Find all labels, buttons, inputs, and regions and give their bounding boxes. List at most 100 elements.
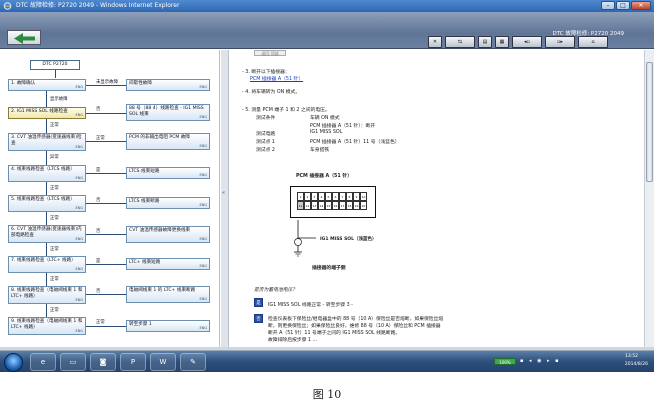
flow-label-normal-4: 正常 xyxy=(50,186,59,191)
paint-taskbar-icon[interactable]: ✎ xyxy=(180,353,206,371)
tool-icon[interactable]: ⌂ xyxy=(578,36,608,48)
connector-caption: 插接器的端子侧 xyxy=(312,266,346,271)
flow-step-6[interactable]: 6. CVT 油温传感器(变速器线束)内部电路检查 ENG xyxy=(8,225,86,243)
back-to-top-button[interactable]: 返回 顶部 xyxy=(254,50,286,56)
connector-pin: 6 xyxy=(332,192,339,201)
back-button[interactable] xyxy=(7,30,41,45)
connector-pin: 5 xyxy=(325,192,332,201)
dtc-header: ✕ ⇆ ▤ ▦ ◂▫ ▫▸ ⌂ DTC 故障检修: P2720 2049 xyxy=(0,12,654,49)
page-back-icon[interactable]: ◂▫ xyxy=(512,36,542,48)
window-title: DTC 故障检修: P2720 2049 - Windows Internet … xyxy=(16,2,180,9)
connector-pin: 10 xyxy=(360,192,367,201)
flow-result-6[interactable]: CVT 油温传感器故障更换线束 ENG xyxy=(126,226,210,243)
close-doc-icon[interactable]: ✕ xyxy=(428,36,442,48)
flow-result-9[interactable]: 转至步骤 1 ENG xyxy=(126,320,210,332)
clock-time[interactable]: 13:52 xyxy=(625,354,638,359)
connector-pin: 9 xyxy=(353,192,360,201)
yes-badge[interactable]: 是 xyxy=(254,298,263,307)
toolbar: ✕ ⇆ ▤ ▦ ◂▫ ▫▸ ⌂ xyxy=(428,36,608,48)
connector-pin: 12 xyxy=(304,201,311,210)
flow-label-normal-2: 正常 xyxy=(50,123,59,128)
tray-icons[interactable]: ▪ ◂ ◉ ▸ ▪ xyxy=(520,358,561,364)
connector-pin: 20 xyxy=(360,201,367,210)
test-row-2-value: PCM 插接器 A（51 针）：断开 xyxy=(310,124,376,129)
flow-step-5[interactable]: 5. 线束线路检查（LTCS 线路） ENG xyxy=(8,195,86,212)
word-taskbar-icon[interactable]: W xyxy=(150,353,176,371)
step-4-text: - 4. 将车辆转为 ON 模式。 xyxy=(242,90,301,95)
start-button[interactable] xyxy=(4,353,23,372)
answer-no-line-3: 断开 A（51 针）11 号端子之间的 IG1 MISS SOL 线路断路。 xyxy=(268,331,401,336)
back-arrow-icon xyxy=(14,33,35,44)
navigate-icon[interactable]: ⇆ xyxy=(445,36,475,48)
book-icon[interactable]: ▤ xyxy=(478,36,492,48)
window-titlebar: DTC 故障检修: P2720 2049 - Windows Internet … xyxy=(0,0,654,12)
flow-step-9[interactable]: 9. 线束线路检查（电磁阀线束 1 和 LTC+ 线路） ENG xyxy=(8,317,86,335)
flow-label-detected: 显示故障 xyxy=(50,97,68,102)
system-tray: 100% ▪ ◂ ◉ ▸ ▪ 13:52 2014/8/26 xyxy=(464,351,654,372)
voltmeter-icon xyxy=(294,238,302,246)
flow-result-8[interactable]: 电磁阀线束 1 的 LTC+ 线束断路 ENG xyxy=(126,286,210,303)
flow-result-2[interactable]: 88 号（88 4）线路检查 - IG1 MISS SOL 线束 ENG xyxy=(126,104,210,121)
connector-title: PCM 插接器 A（51 针） xyxy=(296,174,352,179)
close-button[interactable]: ✕ xyxy=(631,1,651,10)
office-taskbar-icon[interactable]: ◙ xyxy=(90,353,116,371)
flow-label-normal-6: 正常 xyxy=(50,247,59,252)
question-text: 是否为蓄电池电压？ xyxy=(254,288,298,293)
minimize-button[interactable]: – xyxy=(601,1,615,10)
test-row-3-key: 测试电路 xyxy=(256,132,276,137)
connector-pin: 17 xyxy=(339,201,346,210)
flow-result-7[interactable]: LTC+ 线束短路 ENG xyxy=(126,258,210,270)
connector-pin: 7 xyxy=(339,192,346,201)
print-icon[interactable]: ▦ xyxy=(495,36,509,48)
flow-step-3[interactable]: 3. CVT 油温传感器(变速器线束)检查 ENG xyxy=(8,133,86,151)
no-badge[interactable]: 否 xyxy=(254,314,263,323)
answer-no-line-1: 检查仪表板下保险丝/继电器盒中的 88 号（10 A）保险丝是否熔断，如果保险丝… xyxy=(268,317,444,322)
connector-link[interactable]: PCM 插接器 A（51 针） xyxy=(250,75,303,82)
flow-step-1[interactable]: 1. 故障确认 ENG xyxy=(8,79,86,91)
vertical-scrollbar[interactable] xyxy=(644,50,654,347)
flow-label-normal-9: 正常 xyxy=(96,320,105,325)
flow-result-3[interactable]: PCM 的非输出电阻 PCM 故障 ENG xyxy=(126,133,210,150)
collapse-arrow-icon[interactable]: « xyxy=(222,190,225,196)
connector-pin: 1 xyxy=(297,192,304,201)
maximize-button[interactable]: □ xyxy=(616,1,630,10)
flow-step-7[interactable]: 7. 线束线路检查（LTC+ 线路） ENG xyxy=(8,256,86,273)
wire-label: IG1 MISS SOL（浅蓝色） xyxy=(320,237,377,242)
step-3-text: - 3. 断开以下插接器： xyxy=(242,70,290,75)
ie-icon xyxy=(3,2,12,10)
procedure-content: 返回 顶部 - 3. 断开以下插接器： PCM 插接器 A（51 针） - 4.… xyxy=(230,50,644,347)
test-row-5-value: 车身搭铁 xyxy=(310,148,330,153)
page-forward-icon[interactable]: ▫▸ xyxy=(545,36,575,48)
connector-pin: 18 xyxy=(346,201,353,210)
flowchart-pane: DTC P2720 1. 故障确认 ENG 未显示故障 间歇性故障 ENG 显示故障… xyxy=(0,50,220,347)
flow-label-normal-5: 正常 xyxy=(50,216,59,221)
test-row-4-key: 测试点 1 xyxy=(256,140,275,145)
test-row-4-value: PCM 插接器 A（51 针）11 号（浅蓝色） xyxy=(310,140,400,145)
flow-result-1[interactable]: 间歇性故障 ENG xyxy=(126,79,210,91)
figure-caption: 图 10 xyxy=(312,388,342,401)
flow-step-4[interactable]: 4. 线束线路检查（LTCS 线路） ENG xyxy=(8,165,86,182)
connector-pin: 13 xyxy=(311,201,318,210)
flow-step-2[interactable]: 2. IG1 MISS SOL 线路检查 ENG xyxy=(8,107,86,119)
flow-label-abnormal-3: 异常 xyxy=(50,155,59,160)
connector-pin: 16 xyxy=(332,201,339,210)
battery-indicator[interactable]: 100% xyxy=(494,358,516,365)
dtc-title: DTC 故障检修: P2720 2049 xyxy=(552,31,624,37)
answer-yes-text: IG1 MISS SOL 线路正常 - 转至步骤 3 - xyxy=(268,303,353,308)
connector-pin: 15 xyxy=(325,201,332,210)
clock-date[interactable]: 2014/8/26 xyxy=(625,362,648,367)
flow-title[interactable]: DTC P2720 xyxy=(30,60,80,70)
connector-diagram: 1 2 3 4 5 6 7 8 9 10 11 12 13 14 15 16 17 18 19 20 xyxy=(290,186,376,218)
answer-no-line-4: 故障排除后按步骤 1 ... xyxy=(268,338,318,343)
ie-taskbar-icon[interactable]: e xyxy=(30,353,56,371)
connector-pin: 4 xyxy=(318,192,325,201)
test-row-1-value: 车辆 ON 模式 xyxy=(310,116,340,121)
folder-taskbar-icon[interactable]: ▭ xyxy=(60,353,86,371)
test-row-5-key: 测试点 2 xyxy=(256,148,275,153)
scrollbar-thumb[interactable] xyxy=(646,62,653,182)
flow-step-8[interactable]: 8. 线束线路检查（电磁阀线束 1 和 LTC+ 线路） ENG xyxy=(8,286,86,304)
ppt-taskbar-icon[interactable]: P xyxy=(120,353,146,371)
flow-result-4[interactable]: LTCS 线束短路 ENG xyxy=(126,167,210,179)
flow-result-5[interactable]: LTCS 线束断路 ENG xyxy=(126,197,210,209)
pane-splitter[interactable]: « xyxy=(221,50,229,347)
